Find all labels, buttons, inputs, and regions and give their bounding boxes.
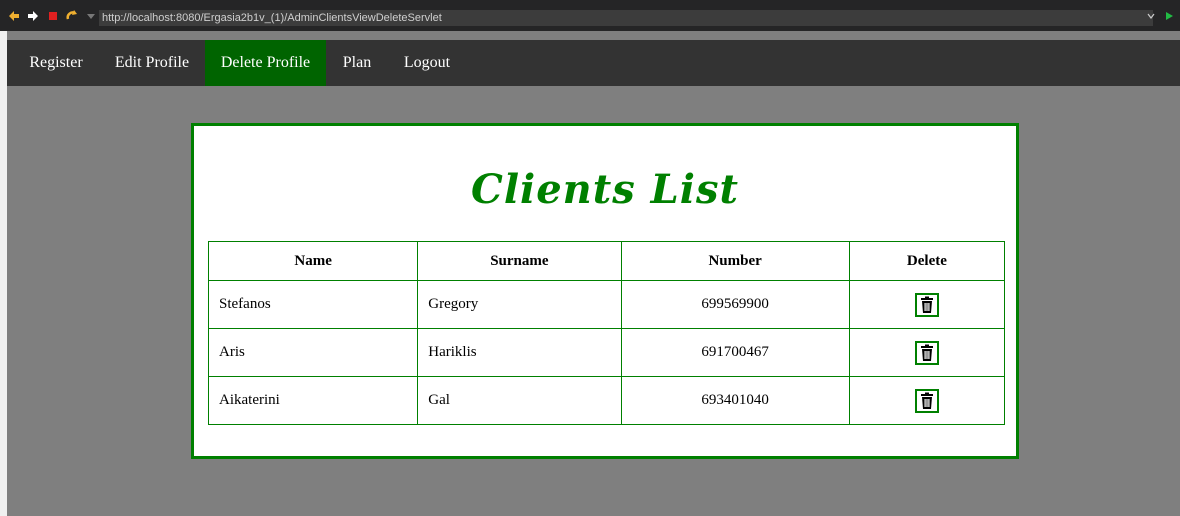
cell-number: 691700467 <box>620 328 850 377</box>
nav-menu: Register Edit Profile Delete Profile Pla… <box>7 40 1180 86</box>
menu-item-delete-profile[interactable]: Delete Profile <box>205 40 326 86</box>
dropdown-arrow-icon[interactable] <box>85 10 97 22</box>
table-header-row: Name Surname Number Delete <box>207 241 1006 281</box>
menu-item-edit-profile[interactable]: Edit Profile <box>104 40 200 86</box>
menu-item-register[interactable]: Register <box>16 40 96 86</box>
cell-delete <box>848 328 1006 377</box>
trash-icon[interactable] <box>914 292 939 317</box>
page-title: Clients List <box>471 166 739 213</box>
trash-icon[interactable] <box>914 388 939 413</box>
column-header-delete: Delete <box>848 241 1006 281</box>
column-header-name: Name <box>207 241 419 281</box>
stop-icon[interactable] <box>47 10 59 22</box>
menu-item-plan[interactable]: Plan <box>332 40 382 86</box>
refresh-icon[interactable] <box>66 10 78 22</box>
clients-table: Name Surname Number Delete Stefanos Greg… <box>207 241 1006 425</box>
menu-item-logout[interactable]: Logout <box>392 40 462 86</box>
browser-toolbar: http://localhost:8080/Ergasia2b1v_(1)/Ad… <box>0 0 1180 31</box>
url-input[interactable]: http://localhost:8080/Ergasia2b1v_(1)/Ad… <box>99 10 1153 26</box>
cell-number: 693401040 <box>620 376 850 425</box>
cell-name: Stefanos <box>207 280 419 329</box>
cell-surname: Hariklis <box>417 328 622 377</box>
table-row: Stefanos Gregory 699569900 <box>207 280 1006 329</box>
cell-number: 699569900 <box>620 280 850 329</box>
cell-delete <box>848 376 1006 425</box>
back-arrow-icon[interactable] <box>8 10 20 22</box>
column-header-surname: Surname <box>417 241 622 281</box>
cell-surname: Gregory <box>417 280 622 329</box>
table-row: Aris Hariklis 691700467 <box>207 328 1006 377</box>
trash-icon[interactable] <box>914 340 939 365</box>
go-icon[interactable] <box>1163 10 1175 22</box>
column-header-number: Number <box>620 241 850 281</box>
page-viewport: Register Edit Profile Delete Profile Pla… <box>7 31 1180 516</box>
cell-surname: Gal <box>417 376 622 425</box>
cell-name: Aris <box>207 328 419 377</box>
clients-panel: Clients List Name Surname Number Delete … <box>191 123 1019 459</box>
cell-delete <box>848 280 1006 329</box>
forward-arrow-icon[interactable] <box>27 10 39 22</box>
url-dropdown-icon[interactable] <box>1145 10 1157 22</box>
table-row: Aikaterini Gal 693401040 <box>207 376 1006 425</box>
cell-name: Aikaterini <box>207 376 419 425</box>
